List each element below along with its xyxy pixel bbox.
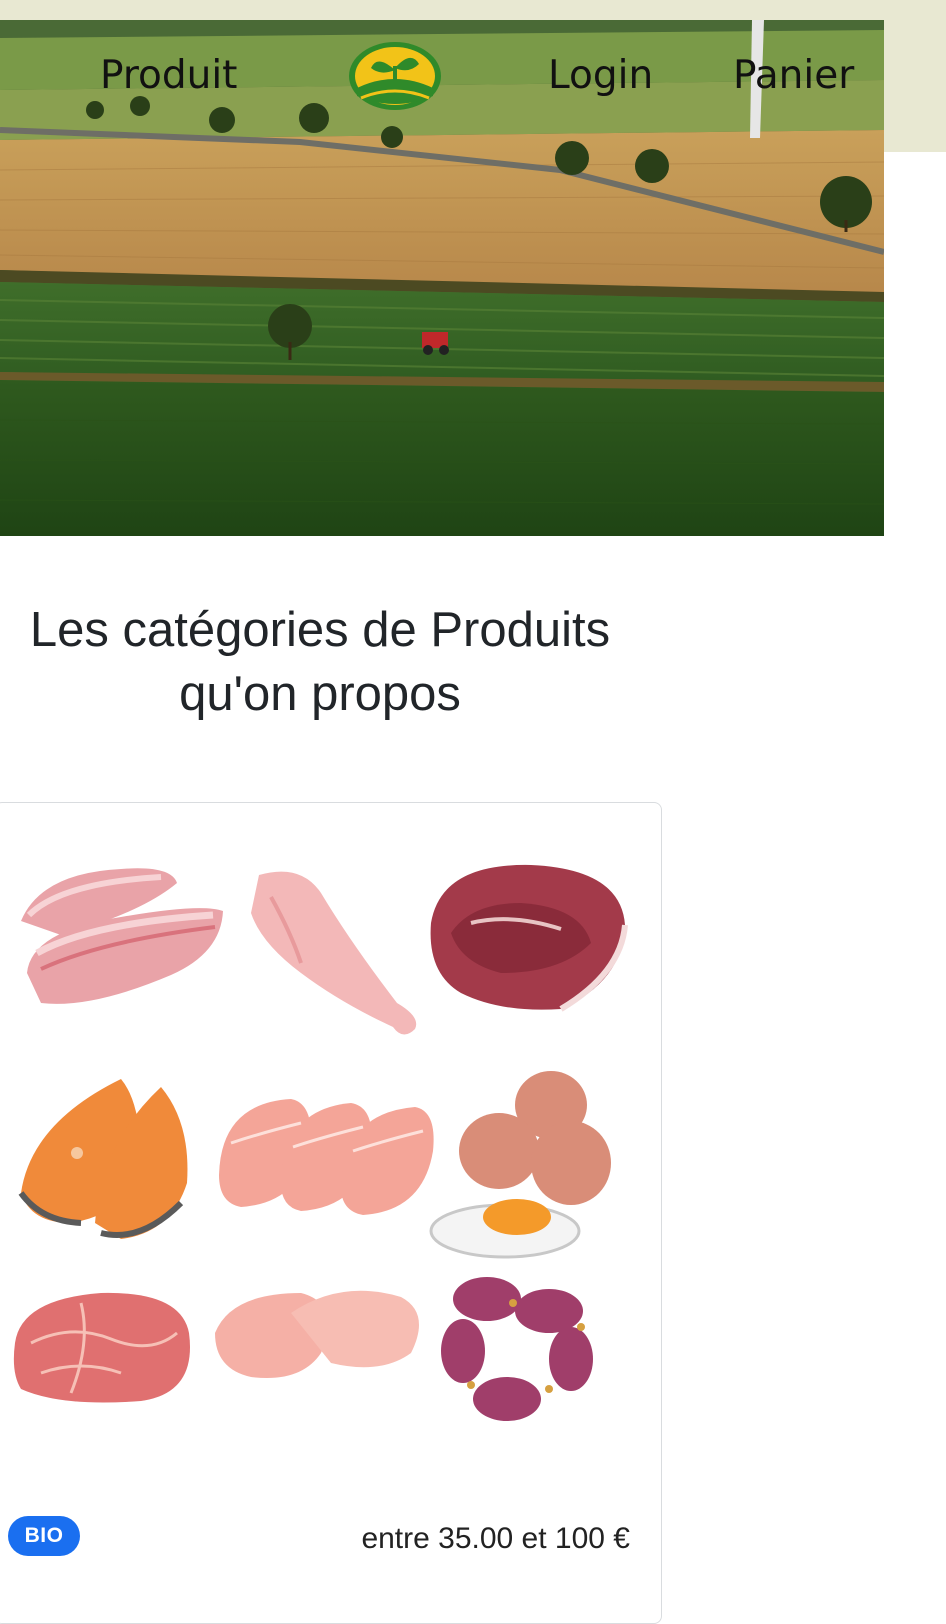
heading-line-1: Les catégories de Produits <box>29 603 611 657</box>
section-heading: Les catégories de Produits qu'on propos <box>0 598 640 726</box>
bio-badge: BIO <box>8 1516 80 1556</box>
nav-login[interactable]: Login <box>548 52 653 100</box>
price-range: entre 35.00 et 100 € <box>361 1522 630 1555</box>
nav-panier[interactable]: Panier <box>733 52 854 100</box>
nav-produit[interactable]: Produit <box>100 52 237 100</box>
sprout-logo-icon[interactable] <box>347 40 443 112</box>
product-category-card[interactable] <box>0 802 662 1624</box>
meat-assortment-image <box>13 864 628 1421</box>
heading-line-2: qu'on propos <box>179 667 461 721</box>
